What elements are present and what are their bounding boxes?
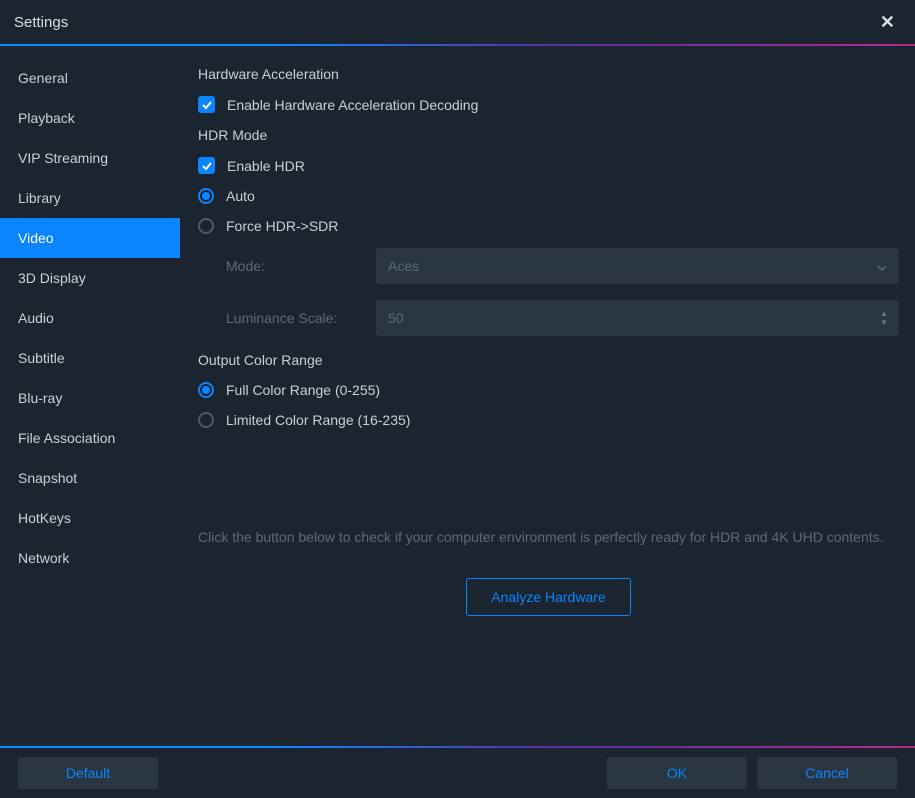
hdr-auto-radio[interactable] [198, 188, 214, 204]
hwaccel-title: Hardware Acceleration [198, 66, 899, 82]
hdr-auto-label: Auto [226, 188, 255, 204]
mode-value: Aces [388, 258, 419, 274]
check-icon [201, 99, 213, 111]
hwaccel-label: Enable Hardware Acceleration Decoding [227, 97, 478, 113]
close-icon[interactable]: ✕ [874, 8, 901, 37]
chevron-down-icon [877, 258, 887, 274]
sidebar-item-bluray[interactable]: Blu-ray [0, 378, 180, 418]
default-button[interactable]: Default [18, 757, 158, 789]
sidebar-item-video[interactable]: Video [0, 218, 180, 258]
hwaccel-checkbox[interactable] [198, 96, 215, 113]
color-full-label: Full Color Range (0-255) [226, 382, 380, 398]
luminance-spinner[interactable]: 50 ▲ ▼ [376, 300, 899, 336]
sidebar-item-network[interactable]: Network [0, 538, 180, 578]
hdr-title: HDR Mode [198, 127, 899, 143]
sidebar-item-library[interactable]: Library [0, 178, 180, 218]
check-icon [201, 160, 213, 172]
hint-text: Click the button below to check if your … [198, 528, 899, 548]
hdr-force-radio[interactable] [198, 218, 214, 234]
sidebar-item-hotkeys[interactable]: HotKeys [0, 498, 180, 538]
mode-label: Mode: [226, 258, 376, 274]
sidebar-item-file-association[interactable]: File Association [0, 418, 180, 458]
luminance-value: 50 [388, 310, 404, 326]
color-limited-label: Limited Color Range (16-235) [226, 412, 410, 428]
content-pane: Hardware Acceleration Enable Hardware Ac… [180, 46, 915, 746]
main-area: General Playback VIP Streaming Library V… [0, 46, 915, 746]
color-limited-radio[interactable] [198, 412, 214, 428]
sidebar-item-subtitle[interactable]: Subtitle [0, 338, 180, 378]
footer: Default OK Cancel [0, 748, 915, 798]
sidebar-item-vip-streaming[interactable]: VIP Streaming [0, 138, 180, 178]
sidebar-item-playback[interactable]: Playback [0, 98, 180, 138]
window-title: Settings [14, 14, 68, 31]
luminance-label: Luminance Scale: [226, 310, 376, 326]
spinner-down-icon[interactable]: ▼ [877, 319, 891, 327]
spinner-up-icon[interactable]: ▲ [877, 310, 891, 318]
hdr-checkbox[interactable] [198, 157, 215, 174]
sidebar-item-snapshot[interactable]: Snapshot [0, 458, 180, 498]
sidebar-item-audio[interactable]: Audio [0, 298, 180, 338]
ok-button[interactable]: OK [607, 757, 747, 789]
sidebar-item-3d-display[interactable]: 3D Display [0, 258, 180, 298]
cancel-button[interactable]: Cancel [757, 757, 897, 789]
sidebar-item-general[interactable]: General [0, 58, 180, 98]
hdr-label: Enable HDR [227, 158, 305, 174]
color-full-radio[interactable] [198, 382, 214, 398]
title-bar: Settings ✕ [0, 0, 915, 44]
analyze-hardware-button[interactable]: Analyze Hardware [466, 578, 630, 616]
mode-select[interactable]: Aces [376, 248, 899, 284]
sidebar: General Playback VIP Streaming Library V… [0, 46, 180, 746]
hdr-force-label: Force HDR->SDR [226, 218, 338, 234]
color-range-title: Output Color Range [198, 352, 899, 368]
